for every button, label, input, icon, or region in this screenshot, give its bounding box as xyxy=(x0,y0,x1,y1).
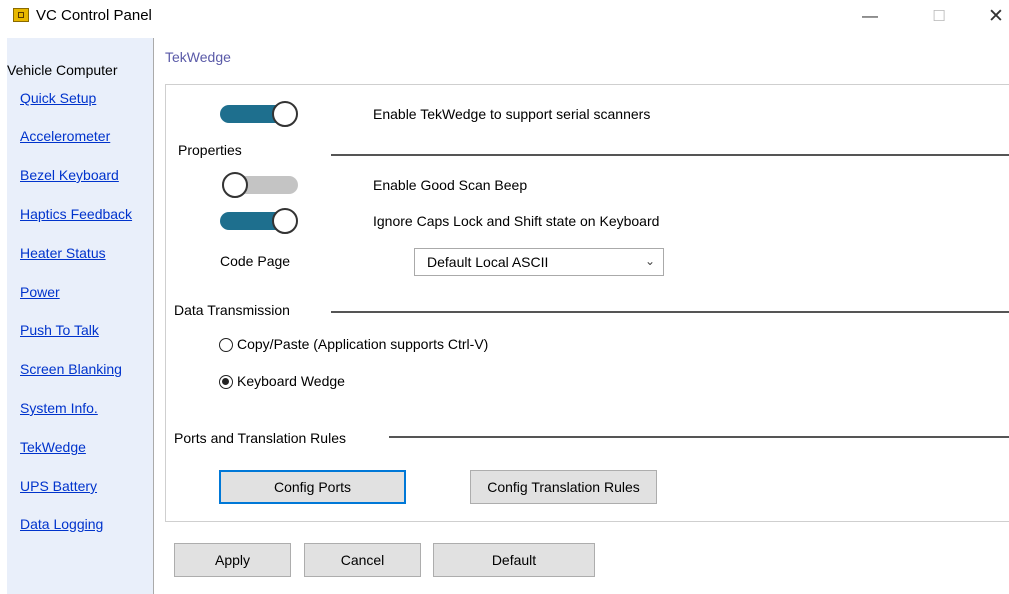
keyboard-wedge-label: Keyboard Wedge xyxy=(237,373,345,389)
ports-heading: Ports and Translation Rules xyxy=(174,430,346,446)
app-icon xyxy=(13,8,29,22)
chevron-down-icon: ⌄ xyxy=(644,254,655,268)
enable-tekwedge-toggle[interactable] xyxy=(220,101,298,127)
sidebar-item-quick-setup[interactable]: Quick Setup xyxy=(20,90,96,106)
sidebar-item-heater-status[interactable]: Heater Status xyxy=(20,245,106,261)
settings-panel xyxy=(165,84,1009,522)
toggle-knob xyxy=(272,208,298,234)
sidebar-item-tekwedge[interactable]: TekWedge xyxy=(20,439,86,455)
copy-paste-radio[interactable] xyxy=(219,338,233,352)
keyboard-wedge-radio[interactable] xyxy=(219,375,233,389)
sidebar-item-accelerometer[interactable]: Accelerometer xyxy=(20,128,110,144)
sidebar-item-system-info[interactable]: System Info. xyxy=(20,400,98,416)
sidebar-item-haptics-feedback[interactable]: Haptics Feedback xyxy=(20,206,132,222)
good-scan-beep-toggle[interactable] xyxy=(222,172,300,198)
minimize-button[interactable]: — xyxy=(855,6,885,28)
properties-heading: Properties xyxy=(178,142,242,158)
close-button[interactable]: ✕ xyxy=(981,6,1009,28)
page-title: TekWedge xyxy=(165,49,231,65)
sidebar: Vehicle Computer Quick Setup Acceleromet… xyxy=(7,38,154,594)
good-scan-beep-label: Enable Good Scan Beep xyxy=(373,177,528,193)
enable-tekwedge-label: Enable TekWedge to support serial scanne… xyxy=(373,106,651,122)
sidebar-item-push-to-talk[interactable]: Push To Talk xyxy=(20,322,99,338)
cancel-button[interactable]: Cancel xyxy=(304,543,421,577)
config-ports-button[interactable]: Config Ports xyxy=(219,470,406,504)
toggle-knob xyxy=(222,172,248,198)
sidebar-item-screen-blanking[interactable]: Screen Blanking xyxy=(20,361,122,377)
sidebar-item-bezel-keyboard[interactable]: Bezel Keyboard xyxy=(20,167,119,183)
maximize-button[interactable]: ☐ xyxy=(924,6,954,28)
sidebar-item-power[interactable]: Power xyxy=(20,284,60,300)
data-transmission-heading: Data Transmission xyxy=(174,302,290,318)
data-transmission-divider xyxy=(331,311,1009,313)
sidebar-item-data-logging[interactable]: Data Logging xyxy=(20,516,103,532)
properties-divider xyxy=(331,154,1009,156)
ports-divider xyxy=(389,436,1009,438)
sidebar-item-ups-battery[interactable]: UPS Battery xyxy=(20,478,97,494)
code-page-value: Default Local ASCII xyxy=(427,254,549,270)
default-button[interactable]: Default xyxy=(433,543,595,577)
ignore-caps-label: Ignore Caps Lock and Shift state on Keyb… xyxy=(373,213,660,229)
copy-paste-label: Copy/Paste (Application supports Ctrl-V) xyxy=(237,336,489,352)
window-title: VC Control Panel xyxy=(36,7,152,24)
apply-button[interactable]: Apply xyxy=(174,543,291,577)
code-page-label: Code Page xyxy=(220,253,291,269)
sidebar-header: Vehicle Computer xyxy=(7,62,118,78)
ignore-caps-toggle[interactable] xyxy=(220,208,298,234)
config-translation-rules-button[interactable]: Config Translation Rules xyxy=(470,470,657,504)
toggle-knob xyxy=(272,101,298,127)
code-page-select[interactable]: Default Local ASCII ⌄ xyxy=(414,248,664,276)
title-bar: VC Control Panel — ☐ ✕ xyxy=(0,0,1009,36)
